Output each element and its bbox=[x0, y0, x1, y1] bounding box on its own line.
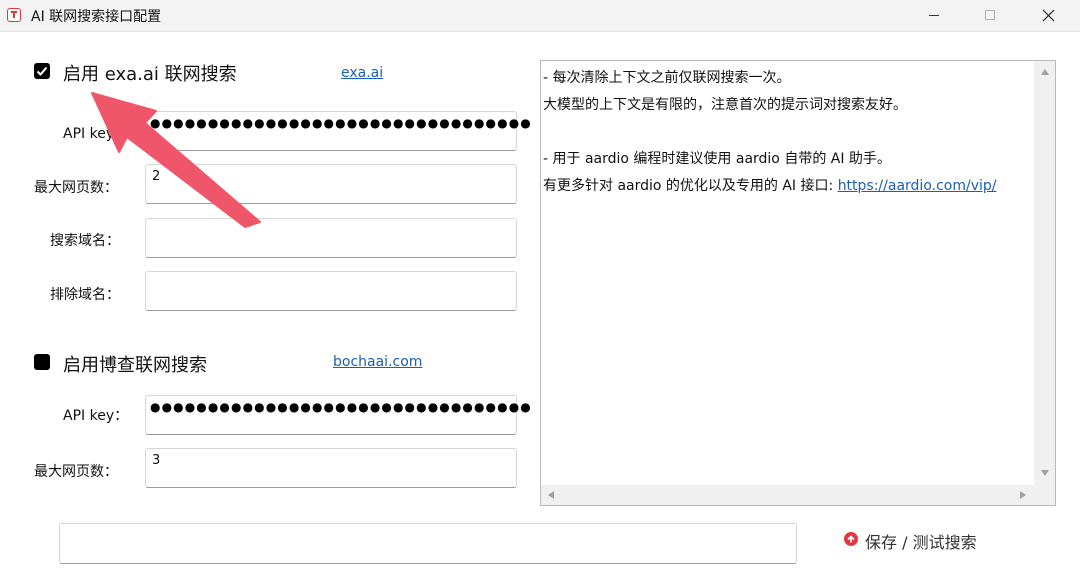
exa-api-key-label: API key： bbox=[63, 126, 129, 142]
save-test-button[interactable]: 保存 / 测试搜索 bbox=[838, 524, 998, 558]
bocha-api-key-field[interactable]: ●●●●●●●●●●●●●●●●●●●●●●●●●●●●●●●●● bbox=[145, 395, 531, 435]
bocha-max-pages-field[interactable]: 3 bbox=[145, 448, 517, 488]
scroll-right-icon[interactable] bbox=[1020, 491, 1026, 499]
scroll-down-icon[interactable] bbox=[1041, 470, 1049, 476]
exclude-domains-field[interactable] bbox=[145, 271, 517, 311]
app-icon bbox=[7, 8, 21, 22]
info-line: 有更多针对 aardio 的优化以及专用的 AI 接口: https://aar… bbox=[543, 173, 1033, 200]
info-line: - 每次清除上下文之前仅联网搜索一次。 bbox=[543, 70, 791, 86]
maximize-icon bbox=[985, 10, 995, 20]
exa-max-pages-label: 最大网页数： bbox=[34, 180, 118, 196]
bocha-enable-label[interactable]: 启用博查联网搜索 bbox=[63, 351, 207, 377]
scroll-up-icon[interactable] bbox=[1041, 69, 1049, 75]
info-text-panel[interactable]: - 每次清除上下文之前仅联网搜索一次。 大模型的上下文是有限的，注意首次的提示词… bbox=[540, 60, 1056, 506]
exa-api-key-value: ●●●●●●●●●●●●●●●●●●●●●●●●●●●●●●●●● bbox=[150, 116, 532, 130]
aardio-vip-link[interactable]: https://aardio.com/vip/ bbox=[838, 178, 997, 194]
exa-max-pages-field[interactable]: 2 bbox=[145, 164, 517, 204]
bocha-max-pages-value: 3 bbox=[152, 453, 161, 468]
info-line: 大模型的上下文是有限的，注意首次的提示词对搜索友好。 bbox=[543, 97, 907, 113]
minimize-button[interactable] bbox=[911, 0, 957, 31]
info-line: - 用于 aardio 编程时建议使用 aardio 自带的 AI 助手。 bbox=[543, 151, 891, 167]
minimize-icon bbox=[929, 15, 939, 16]
window: AI 联网搜索接口配置 启用 exa.ai 联网搜索 exa.ai API ke… bbox=[0, 0, 1080, 581]
bocha-max-pages-label: 最大网页数： bbox=[34, 464, 118, 480]
search-domains-label: 搜索域名： bbox=[50, 233, 120, 249]
exa-max-pages-value: 2 bbox=[152, 169, 161, 184]
exa-enable-checkbox[interactable] bbox=[34, 63, 50, 79]
info-text: - 每次清除上下文之前仅联网搜索一次。 大模型的上下文是有限的，注意首次的提示词… bbox=[543, 65, 1033, 200]
exclude-domains-label: 排除域名： bbox=[50, 287, 120, 303]
info-line-text: 有更多针对 aardio 的优化以及专用的 AI 接口: bbox=[543, 178, 838, 194]
arrow-up-circle-icon bbox=[844, 532, 858, 546]
close-icon bbox=[1042, 9, 1055, 22]
close-button[interactable] bbox=[1025, 0, 1071, 31]
scroll-left-icon[interactable] bbox=[548, 491, 554, 499]
search-domains-field[interactable] bbox=[145, 218, 517, 258]
save-test-label: 保存 / 测试搜索 bbox=[865, 533, 977, 552]
vertical-scrollbar[interactable] bbox=[1034, 61, 1055, 486]
exa-api-key-field[interactable]: ●●●●●●●●●●●●●●●●●●●●●●●●●●●●●●●●● bbox=[145, 111, 531, 151]
window-title: AI 联网搜索接口配置 bbox=[31, 9, 162, 25]
bocha-link[interactable]: bochaai.com bbox=[333, 354, 422, 370]
exa-link[interactable]: exa.ai bbox=[341, 65, 383, 81]
status-text-box[interactable] bbox=[59, 523, 797, 564]
maximize-button[interactable] bbox=[967, 0, 1013, 31]
bocha-api-key-value: ●●●●●●●●●●●●●●●●●●●●●●●●●●●●●●●●● bbox=[150, 400, 532, 414]
title-bar: AI 联网搜索接口配置 bbox=[0, 0, 1080, 32]
bocha-enable-checkbox[interactable] bbox=[34, 354, 50, 370]
horizontal-scrollbar[interactable] bbox=[541, 485, 1055, 505]
exa-enable-label[interactable]: 启用 exa.ai 联网搜索 bbox=[63, 60, 237, 86]
info-line-blank bbox=[543, 119, 1033, 146]
bocha-api-key-label: API key： bbox=[63, 408, 129, 424]
checkmark-icon bbox=[36, 66, 48, 76]
